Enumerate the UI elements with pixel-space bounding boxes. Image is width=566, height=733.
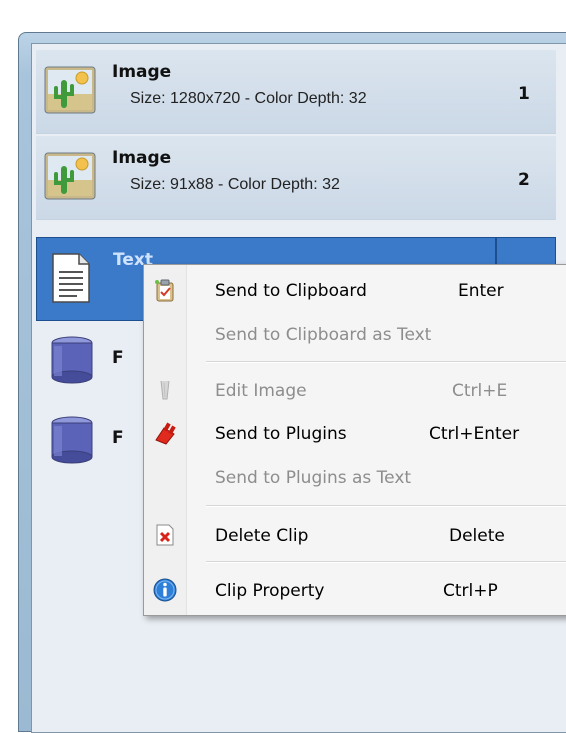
clip-item-2[interactable]: Image Size: 91x88 - Color Depth: 32 2 <box>36 136 556 220</box>
menu-item-label: Clip Property <box>215 581 325 601</box>
clip-title: Image <box>112 62 172 82</box>
menu-item-label: Send to Clipboard <box>215 281 367 301</box>
menu-item-send-to-clipboard[interactable]: Send to Clipboard Enter <box>144 271 566 311</box>
menu-separator <box>206 561 566 563</box>
menu-item-shortcut: Ctrl+Enter <box>429 424 520 444</box>
menu-item-label: Edit Image <box>215 381 307 401</box>
menu-item-label: Send to Plugins as Text <box>215 468 412 488</box>
menu-item-clip-property[interactable]: Clip Property Ctrl+P <box>144 571 566 611</box>
clip-number: 2 <box>518 170 530 190</box>
clip-title: F <box>112 348 124 368</box>
image-icon <box>44 152 96 200</box>
menu-item-delete-clip[interactable]: Delete Clip Delete <box>144 516 566 556</box>
text-document-icon <box>52 253 90 303</box>
edit-image-icon <box>160 380 170 400</box>
clip-item-1[interactable]: Image Size: 1280x720 - Color Depth: 32 1 <box>36 50 556 134</box>
file-stack-icon <box>51 336 93 384</box>
menu-item-label: Delete Clip <box>215 526 309 546</box>
menu-item-shortcut: Delete <box>449 526 505 546</box>
clip-title: Image <box>112 148 172 168</box>
menu-item-shortcut: Ctrl+P <box>443 581 498 601</box>
context-menu: Send to Clipboard Enter Send to Clipboar… <box>143 264 566 616</box>
menu-item-shortcut: Enter <box>458 281 504 301</box>
file-stack-icon <box>51 416 93 464</box>
plugin-icon <box>155 422 176 445</box>
menu-separator <box>206 361 566 363</box>
menu-item-send-to-clipboard-as-text[interactable]: Send to Clipboard as Text <box>144 315 566 355</box>
menu-item-edit-image[interactable]: Edit Image Ctrl+E <box>144 371 566 411</box>
menu-item-shortcut: Ctrl+E <box>452 381 508 401</box>
menu-item-label: Send to Plugins <box>215 424 347 444</box>
clipboard-icon <box>155 279 174 302</box>
image-icon <box>44 66 96 114</box>
menu-separator <box>206 505 566 507</box>
info-icon <box>153 578 177 602</box>
menu-item-label: Send to Clipboard as Text <box>215 325 432 345</box>
clip-title: F <box>112 428 124 448</box>
clip-number: 1 <box>518 84 530 104</box>
clip-info: Size: 1280x720 - Color Depth: 32 <box>130 90 367 107</box>
menu-item-send-to-plugins[interactable]: Send to Plugins Ctrl+Enter <box>144 414 566 454</box>
clip-info: Size: 91x88 - Color Depth: 32 <box>130 176 340 193</box>
delete-icon <box>156 524 174 546</box>
menu-item-send-to-plugins-as-text[interactable]: Send to Plugins as Text <box>144 458 566 498</box>
